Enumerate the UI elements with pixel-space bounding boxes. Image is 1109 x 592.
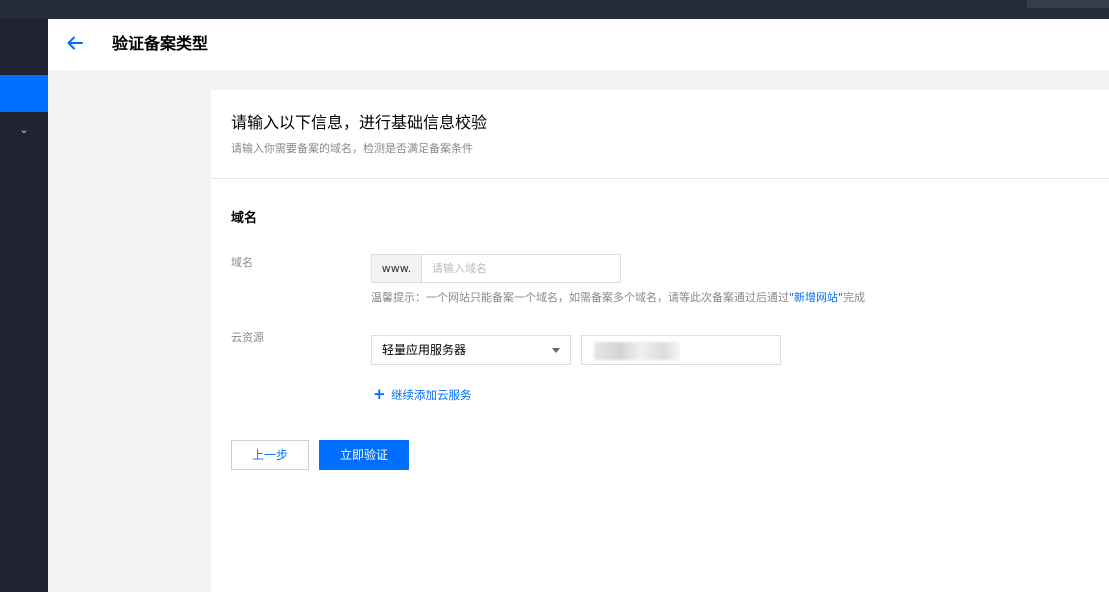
cloud-resource-label: 云资源 xyxy=(231,331,264,344)
cloud-resource-instance-input[interactable] xyxy=(581,335,781,365)
add-website-link[interactable]: "新增网站" xyxy=(789,291,843,304)
top-nav-right-area[interactable] xyxy=(1027,0,1109,8)
arrow-left-icon[interactable] xyxy=(65,33,85,53)
plus-icon: + xyxy=(373,385,386,403)
caret-down-icon xyxy=(552,348,560,353)
hint-text: 温馨提示：一个网站只能备案一个域名，如需备案多个域名，请等此次备案通过后通过 xyxy=(371,291,789,304)
top-nav-bar xyxy=(0,0,1109,19)
domain-input[interactable] xyxy=(422,255,620,282)
page-title: 验证备案类型 xyxy=(112,34,209,53)
hint-suffix: 完成 xyxy=(843,291,866,304)
domain-hint: 温馨提示：一个网站只能备案一个域名，如需备案多个域名，请等此次备案通过后通过"新… xyxy=(371,290,865,306)
add-cloud-service-label: 继续添加云服务 xyxy=(391,388,472,402)
domain-label: 域名 xyxy=(231,256,253,269)
domain-prefix: www. xyxy=(372,255,422,282)
section-title: 域名 xyxy=(231,211,258,226)
cloud-resource-select[interactable]: 轻量应用服务器 xyxy=(371,335,571,365)
intro-subtitle: 请输入你需要备案的域名，检测是否满足备案条件 xyxy=(231,142,473,155)
cloud-resource-selected: 轻量应用服务器 xyxy=(382,343,467,357)
sidebar: ⌄ xyxy=(0,19,48,592)
sidebar-item-active[interactable] xyxy=(0,75,48,112)
page-header: 验证备案类型 xyxy=(48,19,1109,70)
intro-title: 请输入以下信息，进行基础信息校验 xyxy=(231,113,488,132)
redacted-value xyxy=(594,342,680,360)
chevron-down-icon[interactable]: ⌄ xyxy=(17,123,31,137)
prev-step-button[interactable]: 上一步 xyxy=(231,440,309,470)
domain-input-group: www. xyxy=(371,254,621,283)
verify-button[interactable]: 立即验证 xyxy=(319,440,409,470)
divider xyxy=(211,178,1109,179)
add-cloud-service-link[interactable]: + 继续添加云服务 xyxy=(373,386,472,402)
form-panel: 请输入以下信息，进行基础信息校验 请输入你需要备案的域名，检测是否满足备案条件 … xyxy=(211,90,1109,592)
